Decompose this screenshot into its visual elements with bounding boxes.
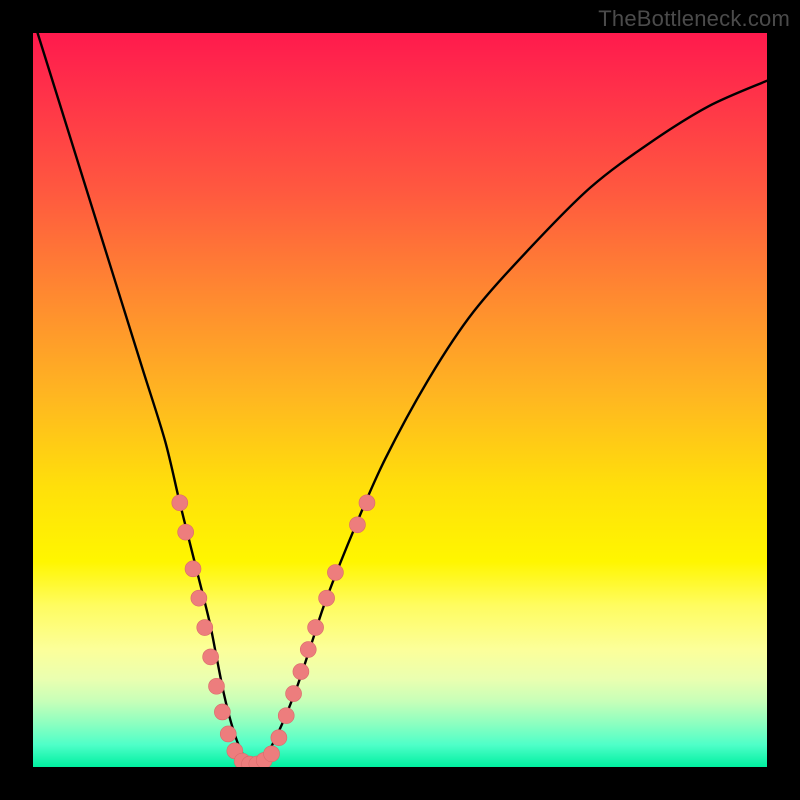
- data-point: [308, 620, 324, 636]
- data-point: [209, 678, 225, 694]
- chart-frame: TheBottleneck.com: [0, 0, 800, 800]
- data-point: [203, 649, 219, 665]
- plot-area: [33, 33, 767, 767]
- left-branch-dots: [172, 495, 243, 759]
- watermark-text: TheBottleneck.com: [598, 6, 790, 32]
- data-point: [319, 590, 335, 606]
- data-point: [359, 495, 375, 511]
- data-point: [327, 564, 343, 580]
- data-point: [185, 561, 201, 577]
- data-point: [278, 708, 294, 724]
- data-point: [271, 730, 287, 746]
- data-point: [191, 590, 207, 606]
- data-point: [349, 517, 365, 533]
- data-point: [220, 726, 236, 742]
- right-branch-dots: [271, 495, 375, 746]
- data-point: [172, 495, 188, 511]
- data-point: [214, 704, 230, 720]
- data-point: [293, 664, 309, 680]
- bottleneck-curve-chart: [33, 33, 767, 767]
- bottleneck-curve: [33, 33, 767, 765]
- data-point: [178, 524, 194, 540]
- data-point: [300, 642, 316, 658]
- data-point: [264, 746, 280, 762]
- data-point: [197, 620, 213, 636]
- data-point: [286, 686, 302, 702]
